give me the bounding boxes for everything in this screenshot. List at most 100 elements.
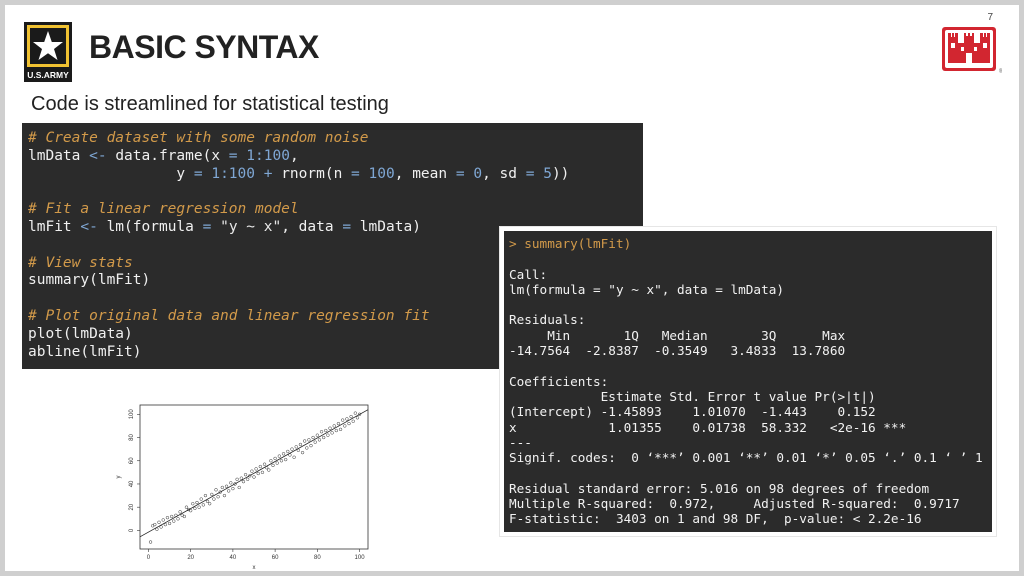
data-point (197, 505, 201, 509)
data-point (353, 411, 357, 415)
data-point (345, 417, 349, 421)
data-point (324, 428, 328, 433)
registered-mark: ® (999, 68, 1002, 75)
x-tick-label: 40 (230, 555, 237, 561)
data-point (307, 438, 311, 442)
x-tick-label: 60 (272, 555, 279, 561)
data-point (243, 473, 248, 477)
data-point (294, 445, 298, 449)
data-point (271, 463, 275, 468)
console-output-line: x 1.01355 0.01738 58.332 <2e-16 *** (509, 419, 907, 435)
data-point (165, 515, 170, 520)
data-point (167, 521, 172, 526)
data-point (332, 424, 336, 428)
data-point (309, 443, 313, 448)
data-point (241, 479, 246, 484)
console-output-line: lm(formula = "y ~ x", data = lmData) (509, 281, 784, 297)
plot-frame (139, 404, 369, 550)
y-tick-label: 40 (129, 480, 135, 487)
data-point (303, 439, 307, 443)
console-output-line: (Intercept) -1.45893 1.01070 -1.443 0.15… (509, 404, 907, 420)
data-point (237, 485, 241, 490)
data-point (184, 505, 189, 509)
data-point (275, 461, 279, 465)
data-point (292, 455, 296, 459)
data-point (205, 499, 210, 504)
data-point (305, 446, 309, 450)
data-point (254, 467, 258, 471)
data-point (273, 456, 277, 461)
x-tick-label: 20 (187, 555, 194, 561)
data-point (256, 471, 260, 476)
console-prompt: > summary(lmFit) (509, 236, 632, 251)
data-point (201, 503, 205, 507)
code-comment: # Fit a linear regression model (28, 201, 299, 218)
data-point (351, 419, 355, 423)
data-point (326, 433, 330, 437)
data-point (347, 421, 351, 426)
data-point (224, 484, 229, 488)
console-output-line: Residual standard error: 5.016 on 98 deg… (509, 480, 930, 496)
code-line: y = 1:100 + rnorm(n = 100, mean = 0, sd … (176, 165, 570, 182)
data-point (300, 450, 305, 455)
data-point (193, 506, 197, 511)
data-point (338, 427, 343, 432)
data-point (328, 426, 332, 430)
data-point (235, 477, 239, 481)
data-point (260, 470, 265, 475)
console-output-line: Min 1Q Median 3Q Max (509, 327, 853, 343)
data-point (178, 510, 182, 514)
console-output-line: Residuals: (509, 312, 586, 328)
data-point (343, 424, 347, 428)
data-point (317, 438, 322, 442)
y-tick-label: 80 (129, 434, 135, 441)
data-point (281, 452, 286, 456)
page-title: BASIC SYNTAX (89, 29, 319, 65)
console-output-line: Call: (509, 266, 548, 282)
army-star-icon: U.S.ARMY (24, 22, 72, 82)
console-output-line: Estimate Std. Error t value Pr(>|t|) (509, 388, 907, 404)
data-point (161, 518, 165, 522)
usace-castle-icon: ® (942, 27, 1002, 75)
data-point (349, 414, 353, 419)
data-point (227, 489, 231, 493)
data-point (172, 519, 176, 523)
data-point (284, 457, 288, 462)
data-point (148, 540, 153, 544)
data-point (220, 485, 224, 490)
code-comment: # Create dataset with some random noise (28, 130, 369, 146)
page-number: 7 (987, 12, 993, 23)
console-output-line: -14.7564 -2.8387 -0.3549 3.4833 13.7860 (509, 343, 853, 359)
data-point (239, 476, 243, 480)
code-line: lmData <- data.frame(x = 1:100, (28, 147, 299, 164)
y-axis-label: y (116, 476, 122, 479)
y-tick-label: 100 (129, 409, 135, 420)
y-tick-label: 0 (129, 528, 135, 532)
data-point (313, 440, 317, 444)
x-axis-label: x (253, 565, 256, 571)
console-output-line: Coefficients: (509, 373, 609, 389)
regression-line (139, 409, 369, 538)
data-point (212, 497, 216, 501)
data-point (267, 468, 271, 472)
data-point (336, 421, 341, 426)
data-point (341, 418, 345, 422)
console-output-line: F-statistic: 3403 on 1 and 98 DF, p-valu… (509, 511, 922, 527)
data-point (199, 497, 203, 501)
data-point (216, 495, 220, 499)
subtitle: Code is streamlined for statistical test… (31, 93, 389, 115)
scatter-plot: 0 20 40 60 80 100 0 20 40 60 80 100 x y (116, 404, 369, 571)
r-output-panel: > summary(lmFit) Call: lm(formula = "y ~ … (500, 227, 996, 536)
data-point (334, 428, 338, 433)
data-point (355, 416, 360, 420)
data-point (315, 433, 319, 437)
data-point (231, 486, 235, 491)
slide: 7 U.S.ARMY BASIC SYNTAX ® Code is stream… (5, 5, 1019, 571)
data-point (298, 442, 303, 447)
x-tick-label: 100 (355, 555, 366, 561)
data-point (269, 459, 273, 463)
